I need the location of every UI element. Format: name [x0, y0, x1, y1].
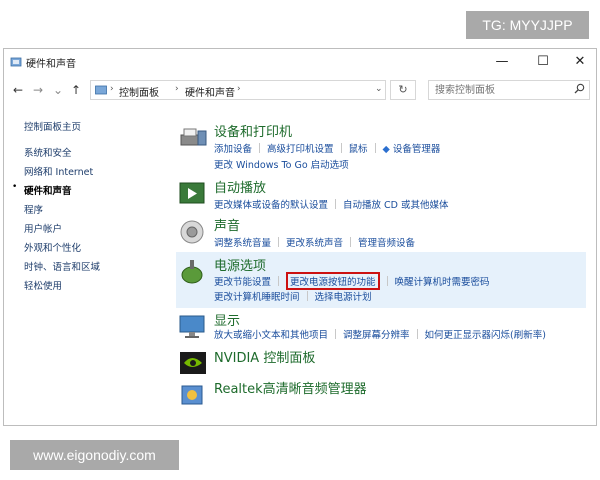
- maximize-button[interactable]: ☐: [525, 52, 561, 72]
- minimize-button[interactable]: —: [484, 52, 520, 72]
- category-title[interactable]: 设备和打印机: [214, 121, 292, 140]
- search-input[interactable]: [435, 83, 565, 97]
- refresh-button[interactable]: ↻: [390, 80, 416, 100]
- category-title[interactable]: Realtek高清晰音频管理器: [214, 378, 367, 397]
- breadcrumb-hardware-sound[interactable]: 硬件和声音: [185, 84, 235, 99]
- sidebar-item-system-security[interactable]: 系统和安全: [24, 145, 72, 159]
- sidebar-item-network[interactable]: 网络和 Internet: [24, 164, 93, 178]
- shield-icon: ◆: [382, 144, 390, 155]
- link-device-manager[interactable]: 设备管理器: [393, 141, 441, 155]
- autoplay-icon: [179, 182, 205, 204]
- link-change-power-button[interactable]: 更改电源按钮的功能: [286, 272, 380, 290]
- link-screen-resolution[interactable]: 调整屏幕分辨率: [343, 327, 410, 341]
- link-mouse[interactable]: 鼠标: [349, 141, 368, 155]
- link-advanced-printer[interactable]: 高级打印机设置: [267, 141, 334, 155]
- link-sleep-time[interactable]: 更改计算机睡眠时间: [214, 289, 300, 303]
- sidebar-item-appearance[interactable]: 外观和个性化: [24, 240, 81, 254]
- control-panel-icon: [95, 85, 107, 95]
- breadcrumb-control-panel[interactable]: 控制面板: [119, 84, 159, 99]
- control-panel-icon: [10, 57, 22, 67]
- link-autoplay-cd[interactable]: 自动播放 CD 或其他媒体: [343, 197, 449, 211]
- sidebar-item-user-accounts[interactable]: 用户帐户: [24, 221, 62, 235]
- link-add-device[interactable]: 添加设备: [214, 141, 252, 155]
- realtek-icon: [181, 385, 203, 405]
- link-change-default-media[interactable]: 更改媒体或设备的默认设置: [214, 197, 328, 211]
- watermark-top: TG: MYYJJPP: [466, 11, 589, 39]
- back-button[interactable]: ←: [10, 81, 26, 99]
- breadcrumb-separator: ›: [110, 84, 114, 94]
- search-icon[interactable]: [574, 83, 585, 94]
- sidebar-item-home[interactable]: 控制面板主页: [24, 119, 81, 133]
- recent-locations-button[interactable]: ⌄: [50, 81, 66, 99]
- link-power-saving[interactable]: 更改节能设置: [214, 274, 271, 288]
- search-box[interactable]: [428, 80, 590, 100]
- sidebar-item-programs[interactable]: 程序: [24, 202, 43, 216]
- link-adjust-volume[interactable]: 调整系统音量: [214, 235, 271, 249]
- link-text-size[interactable]: 放大或缩小文本和其他项目: [214, 327, 328, 341]
- link-wake-password[interactable]: 唤醒计算机时需要密码: [395, 274, 490, 288]
- link-manage-audio[interactable]: 管理音频设备: [358, 235, 415, 249]
- breadcrumb-separator: ›: [237, 84, 241, 94]
- category-title[interactable]: 声音: [214, 215, 240, 234]
- link-change-sounds[interactable]: 更改系统声音: [286, 235, 343, 249]
- close-button[interactable]: ✕: [562, 52, 596, 72]
- address-dropdown-icon[interactable]: ⌄: [375, 84, 383, 94]
- nvidia-icon: [180, 352, 206, 374]
- address-bar[interactable]: › 控制面板 › 硬件和声音 › ⌄: [90, 80, 386, 100]
- breadcrumb-separator: ›: [175, 84, 179, 94]
- up-button[interactable]: ↑: [68, 81, 84, 99]
- sidebar-item-clock-region[interactable]: 时钟、语言和区域: [24, 259, 100, 273]
- title-bar: 硬件和声音 — ☐ ✕: [4, 49, 596, 75]
- forward-button[interactable]: →: [30, 81, 46, 99]
- active-bullet-icon: •: [12, 182, 18, 192]
- category-title[interactable]: 自动播放: [214, 177, 266, 196]
- link-windows-to-go[interactable]: 更改 Windows To Go 启动选项: [214, 157, 349, 171]
- speaker-icon: [180, 220, 204, 244]
- link-refresh-rate[interactable]: 如何更正显示器闪烁(刷新率): [425, 327, 546, 341]
- category-title[interactable]: NVIDIA 控制面板: [214, 347, 315, 366]
- sidebar-item-hardware-sound[interactable]: 硬件和声音: [24, 183, 72, 197]
- watermark-bottom: www.eigonodiy.com: [10, 440, 179, 470]
- navigation-bar: ← → ⌄ ↑ › 控制面板 › 硬件和声音 › ⌄ ↻: [4, 77, 596, 103]
- window-title: 硬件和声音: [26, 59, 76, 70]
- control-panel-window: 硬件和声音 — ☐ ✕ ← → ⌄ ↑ › 控制面板 › 硬件和声音 › ⌄ ↻: [3, 48, 597, 426]
- link-power-plan[interactable]: 选择电源计划: [315, 289, 372, 303]
- power-icon: [181, 260, 203, 284]
- display-icon: [179, 315, 205, 338]
- sidebar-item-ease-of-access[interactable]: 轻松使用: [24, 278, 62, 292]
- printer-icon: [180, 128, 207, 146]
